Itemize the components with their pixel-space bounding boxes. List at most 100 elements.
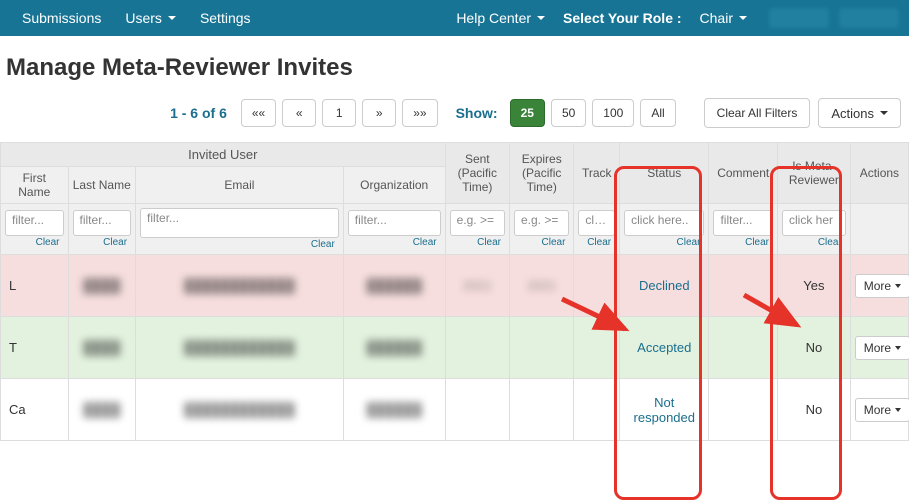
chevron-down-icon	[739, 16, 747, 20]
header-last-name[interactable]: Last Name	[68, 167, 136, 204]
clear-filter-last-name[interactable]: Clear	[73, 236, 132, 248]
pager-page-button[interactable]: 1	[322, 99, 356, 127]
cell-expires	[510, 317, 574, 379]
header-expires[interactable]: Expires (Pacific Time)	[510, 143, 574, 204]
more-button[interactable]: More	[855, 336, 909, 360]
actions-dropdown-button[interactable]: Actions	[818, 98, 901, 128]
pager-prev-button[interactable]: «	[282, 99, 316, 127]
nav-users[interactable]: Users	[113, 2, 188, 34]
navbar: Submissions Users Settings Help Center S…	[0, 0, 909, 36]
filter-comment-input[interactable]: filter...	[713, 210, 773, 236]
cell-organization: ██████	[343, 379, 445, 441]
clear-filter-track[interactable]: Clear	[578, 236, 615, 248]
nav-select-role-label: Select Your Role :	[557, 2, 688, 34]
show-50-button[interactable]: 50	[551, 99, 586, 127]
cell-sent	[445, 317, 509, 379]
filter-last-name-input[interactable]: filter...	[73, 210, 132, 236]
clear-filter-is-meta[interactable]: Clear	[782, 236, 846, 248]
invites-table: Invited User Sent (Pacific Time) Expires…	[0, 142, 909, 441]
nav-submissions[interactable]: Submissions	[10, 2, 113, 34]
clear-all-filters-button[interactable]: Clear All Filters	[704, 98, 811, 128]
more-button[interactable]: More	[855, 398, 909, 422]
show-label: Show:	[456, 105, 498, 121]
chevron-down-icon	[895, 284, 901, 288]
chevron-down-icon	[895, 346, 901, 350]
cell-last-name: ████	[68, 317, 136, 379]
cell-last-name: ████	[68, 379, 136, 441]
pager-next-button[interactable]: »	[362, 99, 396, 127]
header-sent[interactable]: Sent (Pacific Time)	[445, 143, 509, 204]
chevron-down-icon	[895, 408, 901, 412]
table-row: Ca██████████████████████Not respondedNoM…	[1, 379, 909, 441]
cell-first-name: L	[1, 255, 69, 317]
filter-organization-input[interactable]: filter...	[348, 210, 441, 236]
show-all-button[interactable]: All	[640, 99, 675, 127]
cell-status: Not responded	[620, 379, 709, 441]
cell-email: ████████████	[136, 255, 344, 317]
cell-status: Accepted	[620, 317, 709, 379]
header-actions: Actions	[850, 143, 908, 204]
cell-email: ████████████	[136, 379, 344, 441]
nav-settings[interactable]: Settings	[188, 2, 263, 34]
nav-role-dropdown[interactable]: Chair	[688, 2, 759, 34]
clear-filter-comment[interactable]: Clear	[713, 236, 773, 248]
clear-filter-organization[interactable]: Clear	[348, 236, 441, 248]
actions-dropdown-label: Actions	[831, 106, 874, 121]
filter-status-input[interactable]: click here..	[624, 210, 704, 236]
chevron-down-icon	[168, 16, 176, 20]
cell-comment	[709, 255, 778, 317]
header-track[interactable]: Track	[574, 143, 620, 204]
cell-last-name: ████	[68, 255, 136, 317]
cell-sent	[445, 379, 509, 441]
clear-filter-first-name[interactable]: Clear	[5, 236, 64, 248]
cell-organization: ██████	[343, 255, 445, 317]
page-title: Manage Meta-Reviewer Invites	[0, 36, 909, 92]
cell-actions: More	[850, 255, 908, 317]
pager-last-button[interactable]: »»	[402, 99, 437, 127]
show-100-button[interactable]: 100	[592, 99, 634, 127]
table-row: T██████████████████████AcceptedNoMore	[1, 317, 909, 379]
more-button[interactable]: More	[855, 274, 909, 298]
nav-obscured-2	[839, 8, 899, 28]
cell-track	[574, 317, 620, 379]
header-email[interactable]: Email	[136, 167, 344, 204]
cell-is-meta: No	[778, 379, 851, 441]
cell-email: ████████████	[136, 317, 344, 379]
header-comment[interactable]: Comment	[709, 143, 778, 204]
cell-is-meta: No	[778, 317, 851, 379]
header-invited-user: Invited User	[1, 143, 446, 167]
show-25-button[interactable]: 25	[510, 99, 545, 127]
header-status[interactable]: Status	[620, 143, 709, 204]
cell-actions: More	[850, 379, 908, 441]
filter-expires-input[interactable]: e.g. >=	[514, 210, 569, 236]
cell-comment	[709, 317, 778, 379]
cell-actions: More	[850, 317, 908, 379]
cell-first-name: T	[1, 317, 69, 379]
cell-sent: 2021	[445, 255, 509, 317]
filter-track-input[interactable]: click	[578, 210, 615, 236]
cell-expires: 2021	[510, 255, 574, 317]
cell-status: Declined	[620, 255, 709, 317]
clear-filter-status[interactable]: Clear	[624, 236, 704, 248]
table-row: L██████████████████████20212021DeclinedY…	[1, 255, 909, 317]
clear-filter-expires[interactable]: Clear	[514, 236, 569, 248]
nav-help-center[interactable]: Help Center	[444, 2, 557, 34]
cell-expires	[510, 379, 574, 441]
chevron-down-icon	[537, 16, 545, 20]
nav-users-label: Users	[125, 10, 162, 26]
clear-filter-sent[interactable]: Clear	[450, 236, 505, 248]
filter-sent-input[interactable]: e.g. >=	[450, 210, 505, 236]
nav-role-value: Chair	[700, 10, 733, 26]
toolbar: 1 - 6 of 6 «« « 1 » »» Show: 25 50 100 A…	[0, 92, 909, 142]
filter-first-name-input[interactable]: filter...	[5, 210, 64, 236]
header-first-name[interactable]: First Name	[1, 167, 69, 204]
nav-help-center-label: Help Center	[456, 10, 531, 26]
header-organization[interactable]: Organization	[343, 167, 445, 204]
clear-filter-email[interactable]: Clear	[140, 238, 339, 250]
filter-is-meta-input[interactable]: click her	[782, 210, 846, 236]
header-is-meta[interactable]: Is Meta-Reviewer	[778, 143, 851, 204]
cell-comment	[709, 379, 778, 441]
filter-email-input[interactable]: filter...	[140, 208, 339, 238]
cell-is-meta: Yes	[778, 255, 851, 317]
pager-first-button[interactable]: ««	[241, 99, 276, 127]
